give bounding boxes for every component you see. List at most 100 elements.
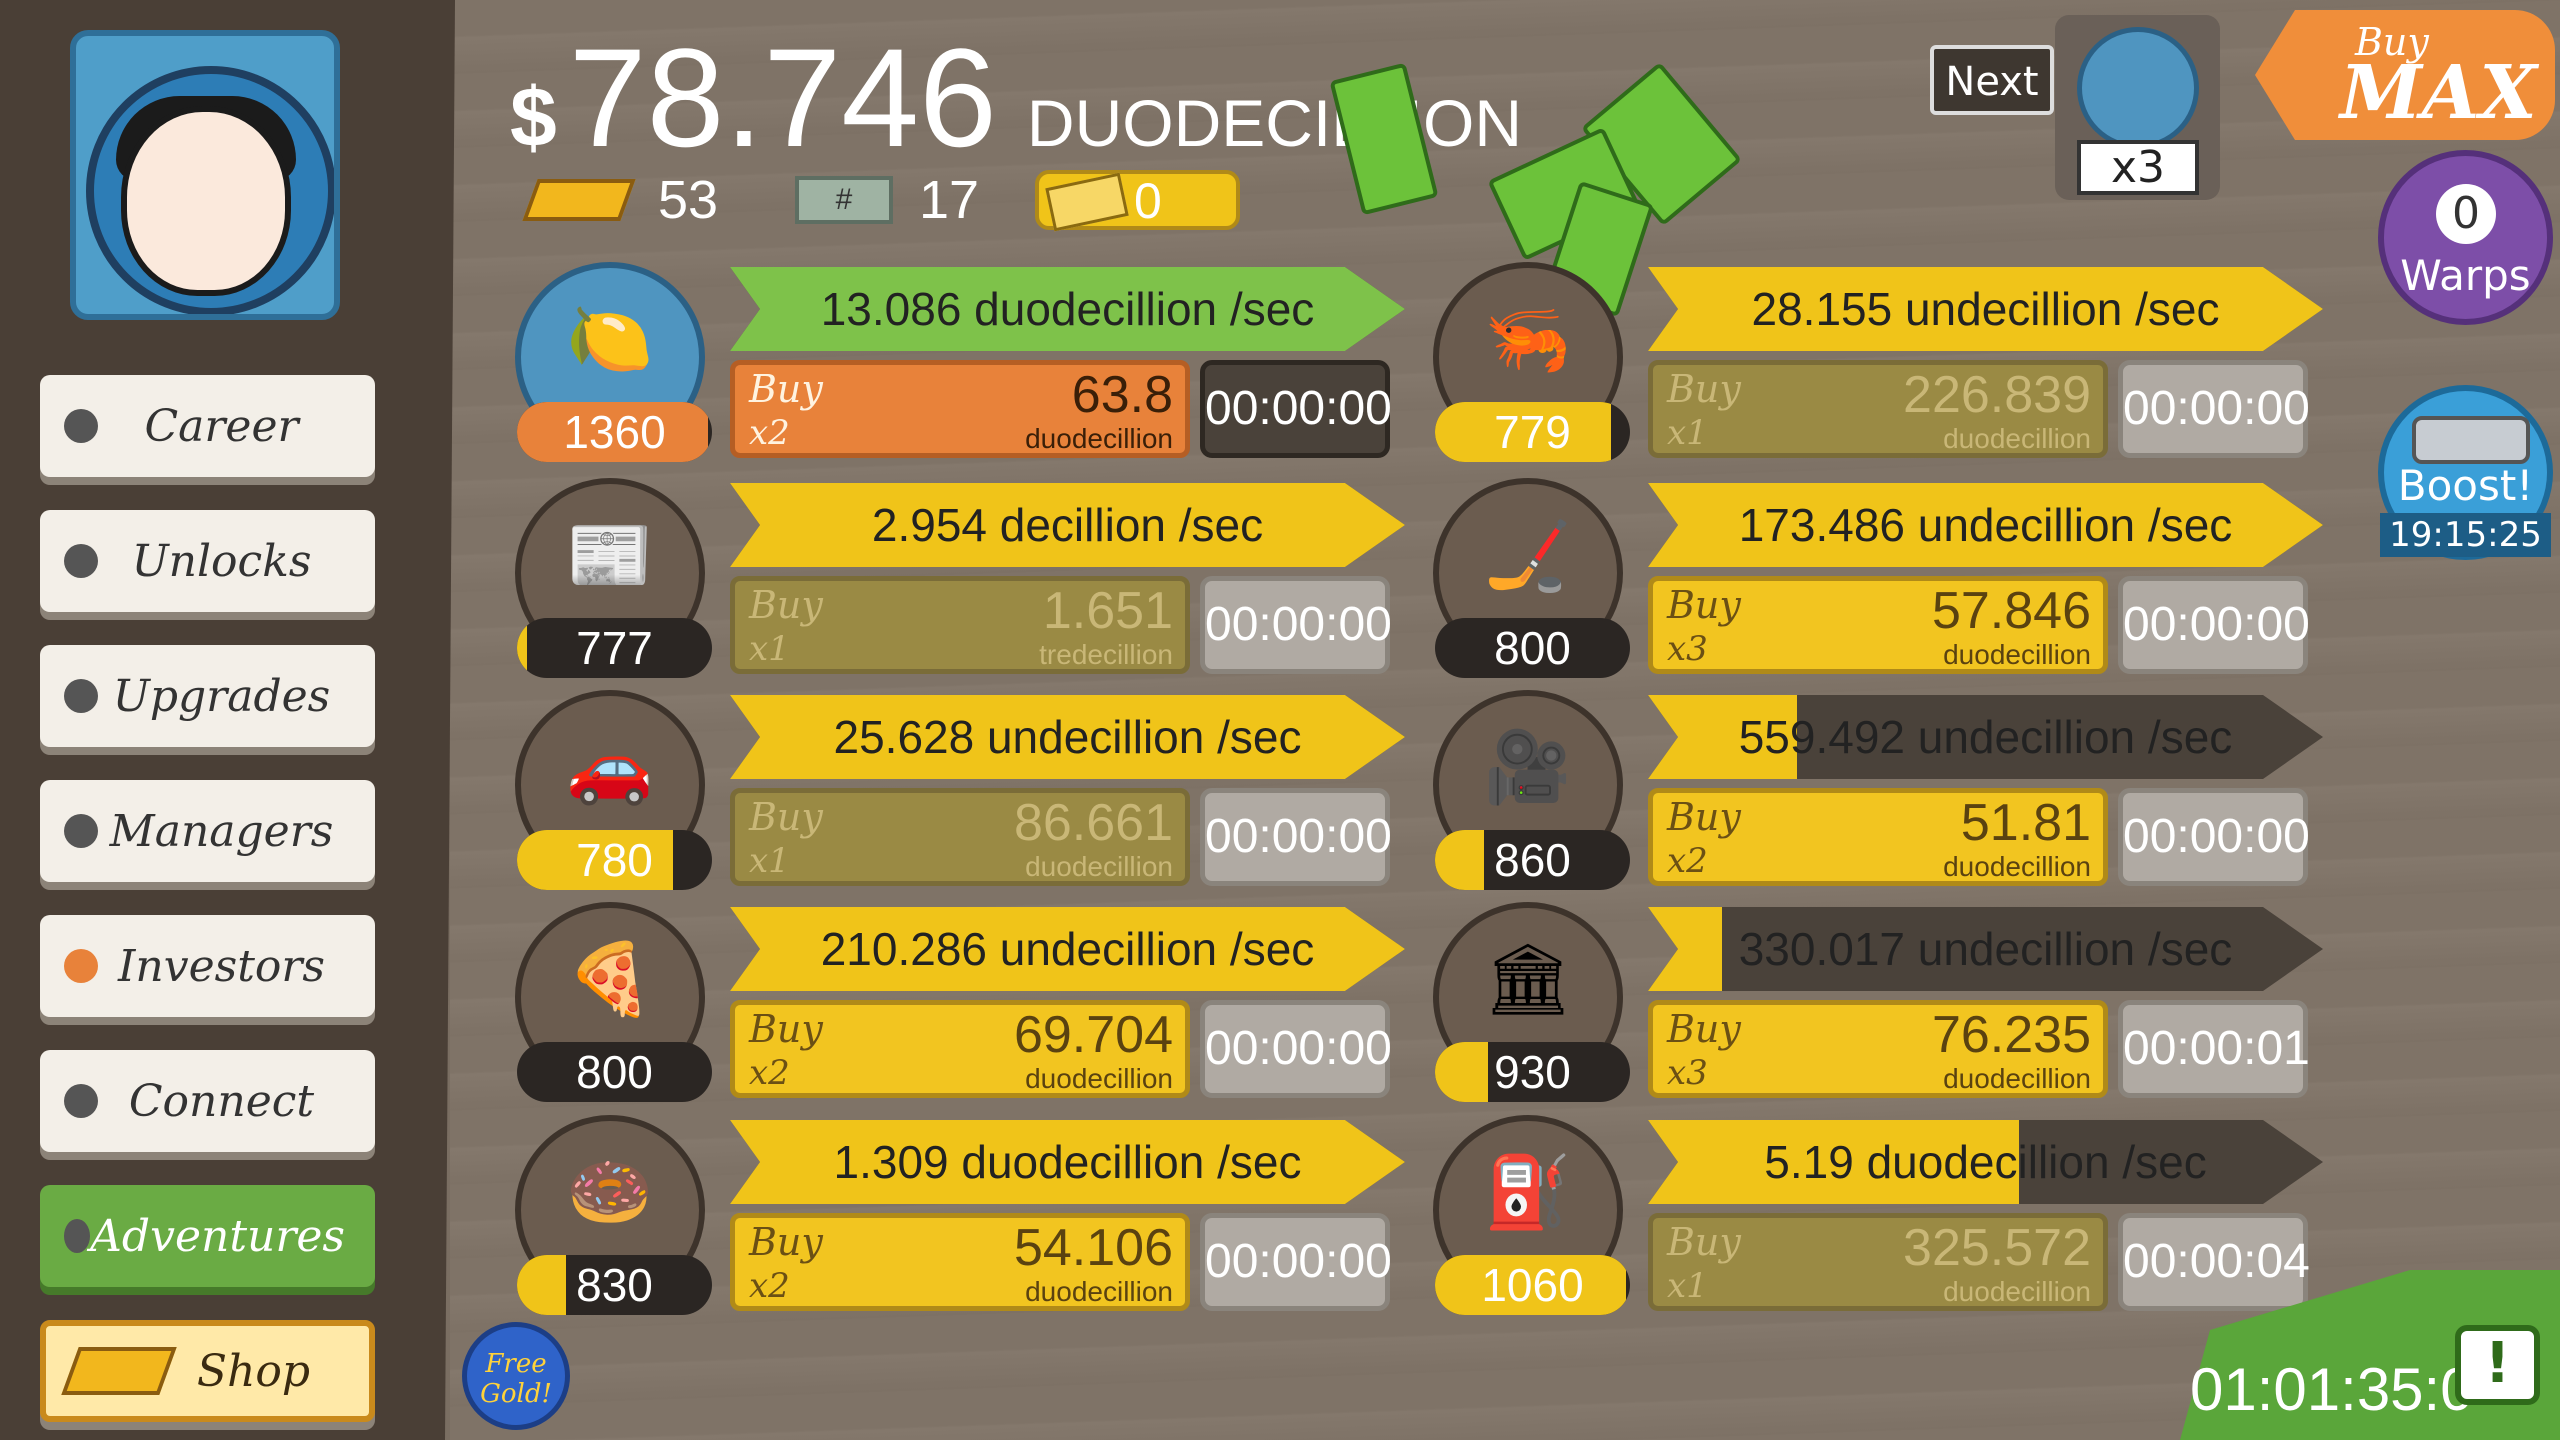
megabucks-counter[interactable]: # 17 [795, 165, 979, 235]
buy-label: Buy [749, 583, 823, 627]
business-level: 780 [576, 834, 653, 886]
shrimp-icon: 🦐 [1484, 298, 1572, 380]
buy-cost: 57.846 [1931, 582, 2091, 640]
career-dot [64, 409, 98, 443]
buy-button[interactable]: Buy x2 54.106 duodecillion [730, 1213, 1190, 1311]
buy-button[interactable]: Buy x2 69.704 duodecillion [730, 1000, 1190, 1098]
buy-cost-unit: duodecillion [1943, 851, 2091, 882]
business-progress-bar: 1.309 duodecillion /sec [730, 1120, 1405, 1204]
buy-multiplier: x2 [749, 413, 790, 453]
buy-label: Buy [749, 1007, 823, 1051]
ticket-bar: 0 [1035, 170, 1240, 232]
business-timer: 00:00:00 [1200, 1213, 1392, 1311]
shop-button[interactable]: Shop [40, 1320, 375, 1422]
next-button[interactable]: Next [1930, 45, 2054, 115]
upgrades-dot [64, 679, 98, 713]
buy-label: Buy [1667, 795, 1741, 839]
managers-button[interactable]: Managers [40, 780, 375, 882]
business-level-bar: 777 [517, 618, 712, 678]
business-level-bar: 780 [517, 830, 712, 890]
buy-cost: 325.572 [1903, 1219, 2091, 1277]
adventures-label: Adventures [90, 1210, 345, 1262]
career-button[interactable]: Career [40, 375, 375, 477]
free-gold-button[interactable]: Free Gold! [462, 1322, 570, 1430]
business-level-bar: 1360 [517, 402, 712, 462]
warps-label: Warps [2400, 251, 2531, 300]
buy-label: Buy [749, 367, 823, 411]
ticket-icon [1045, 172, 1129, 232]
car-wash-icon: 🚗 [566, 726, 654, 808]
business-level-bar: 800 [1435, 618, 1630, 678]
business-level-bar: 930 [1435, 1042, 1630, 1102]
tickets-counter[interactable]: 0 [1035, 165, 1240, 235]
investors-button[interactable]: Investors [40, 915, 375, 1017]
buy-label: Buy [749, 795, 823, 839]
tv-alert-icon[interactable]: ! [2455, 1325, 2540, 1405]
buy-multiplier: x2 [749, 1053, 790, 1093]
managers-label: Managers [109, 805, 334, 857]
buy-multiplier: x2 [1667, 841, 1708, 881]
buy-multiplier: x1 [1667, 413, 1708, 453]
business-progress-bar: 559.492 undecillion /sec [1648, 695, 2323, 779]
buy-multiplier: x3 [1667, 629, 1708, 669]
buy-cost: 1.651 [1042, 582, 1173, 640]
buy-button[interactable]: Buy x3 76.235 duodecillion [1648, 1000, 2108, 1098]
hockey-icon: 🏒 [1484, 514, 1572, 596]
buy-cost-unit: duodecillion [1025, 1063, 1173, 1094]
upgrades-button[interactable]: Upgrades [40, 645, 375, 747]
investors-alert-dot [64, 949, 98, 983]
money-amount: 78.746 [568, 19, 997, 176]
bank-icon: 🏛 [1483, 938, 1573, 1020]
business-level-bar: 800 [517, 1042, 712, 1102]
adventures-button[interactable]: Adventures [40, 1185, 375, 1287]
buy-label: Buy [749, 1220, 823, 1264]
buy-button[interactable]: Buy x3 57.846 duodecillion [1648, 576, 2108, 674]
buy-cost: 51.81 [1960, 794, 2091, 852]
unlocks-button[interactable]: Unlocks [40, 510, 375, 612]
buy-button[interactable]: Buy x1 226.839 duodecillion [1648, 360, 2108, 458]
buy-label: Buy [1667, 367, 1741, 411]
business-timer: 00:00:00 [1200, 1000, 1392, 1098]
business-timer: 00:00:00 [1200, 788, 1392, 886]
buy-cost-unit: duodecillion [1025, 423, 1173, 454]
buy-multiplier: x1 [749, 841, 790, 881]
buy-button[interactable]: Buy x1 1.651 tredecillion [730, 576, 1190, 674]
buy-multiplier: x2 [749, 1266, 790, 1306]
buy-cost-unit: duodecillion [1943, 639, 2091, 670]
player-avatar[interactable] [70, 30, 340, 320]
income-rate: 25.628 undecillion /sec [833, 711, 1302, 763]
gold-counter[interactable]: 53 [522, 165, 718, 235]
buy-button[interactable]: Buy x1 325.572 duodecillion [1648, 1213, 2108, 1311]
buy-cost-unit: tredecillion [1039, 639, 1173, 670]
income-rate: 5.19 duodecillion /sec [1764, 1136, 2207, 1188]
warps-button[interactable]: 0 Warps [2378, 150, 2553, 325]
buy-multiplier: x1 [1667, 1266, 1708, 1306]
business-level: 930 [1494, 1046, 1571, 1098]
adventures-dot [64, 1219, 91, 1253]
business-level-bar: 779 [1435, 402, 1630, 462]
boost-button[interactable]: Boost! 19:15:25 [2378, 385, 2553, 560]
business-level-bar: 830 [517, 1255, 712, 1315]
income-rate: 28.155 undecillion /sec [1751, 283, 2220, 335]
buy-cost-unit: duodecillion [1943, 423, 2091, 454]
movie-camera-icon: 🎥 [1484, 726, 1572, 808]
buy-button[interactable]: Buy x2 51.81 duodecillion [1648, 788, 2108, 886]
gold-bar-icon [522, 179, 636, 221]
business-level: 777 [576, 622, 653, 674]
pizza-icon: 🍕 [566, 938, 654, 1020]
unlocks-label: Unlocks [131, 535, 312, 587]
buy-label: Buy [1667, 1220, 1741, 1264]
buy-cost-unit: duodecillion [1025, 1276, 1173, 1307]
shop-label: Shop [196, 1345, 311, 1397]
connect-button[interactable]: Connect [40, 1050, 375, 1152]
boost-timer: 19:15:25 [2380, 513, 2551, 557]
news-multiplier: x3 [2077, 140, 2199, 195]
next-unlock-badge[interactable]: x3 [2055, 15, 2220, 200]
gold-bars-icon [61, 1347, 177, 1395]
business-level: 830 [576, 1259, 653, 1311]
buy-button[interactable]: Buy x2 63.8 duodecillion [730, 360, 1190, 458]
buy-max-button[interactable]: Buy MAX [2255, 10, 2555, 140]
money-unit: DUODECILLION [1026, 86, 1523, 160]
buy-button[interactable]: Buy x1 86.661 duodecillion [730, 788, 1190, 886]
connect-label: Connect [128, 1075, 315, 1127]
